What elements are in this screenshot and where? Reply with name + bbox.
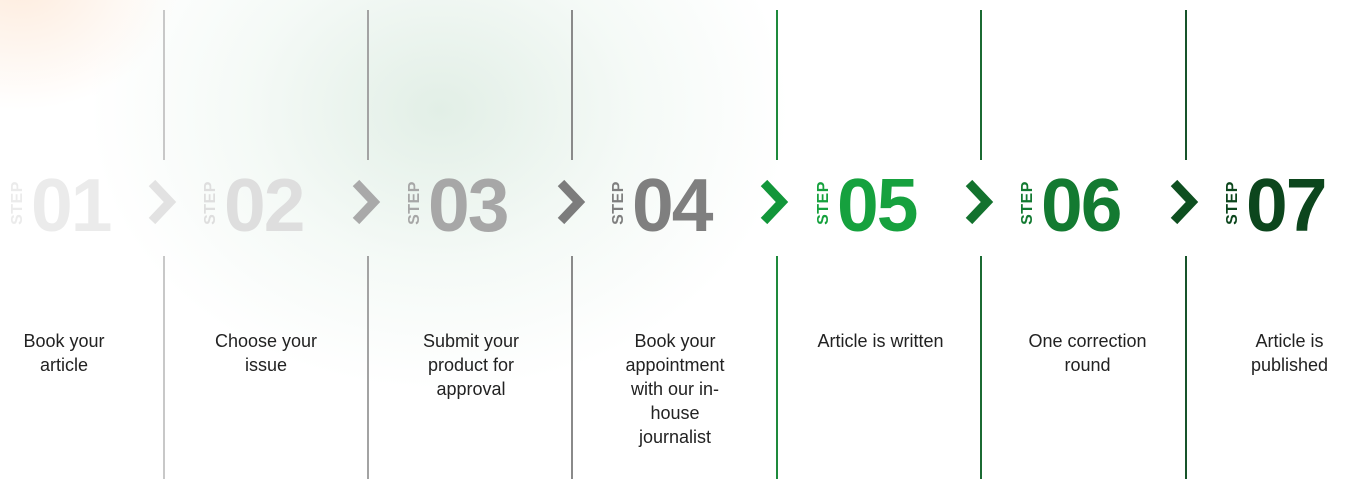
step-number: 03 <box>428 163 509 247</box>
step-label: STEP <box>9 181 26 225</box>
step-label: STEP <box>406 181 423 225</box>
step-number: 07 <box>1246 163 1327 247</box>
step-number: 06 <box>1041 163 1122 247</box>
chevron-right-icon <box>557 179 586 225</box>
step-caption: One correction round <box>1028 331 1147 375</box>
step-caption: Choose your issue <box>214 331 318 375</box>
background-glow-orange <box>0 0 180 110</box>
chevron-right-icon <box>965 179 994 225</box>
divider-2 <box>367 0 369 479</box>
step-number: 04 <box>632 163 713 247</box>
step-number: 05 <box>837 163 918 247</box>
step-label: STEP <box>1224 181 1241 225</box>
step-caption: Book your appointment with our in-house … <box>625 331 725 447</box>
divider-3 <box>571 0 573 479</box>
chevron-right-icon <box>1170 179 1199 225</box>
step-number: 01 <box>31 163 112 247</box>
step-caption: Article is written <box>817 331 944 351</box>
step-label: STEP <box>1019 181 1036 225</box>
step-label: STEP <box>815 181 832 225</box>
step-caption: Submit your product for approval <box>422 331 520 399</box>
chevron-right-icon <box>760 179 789 225</box>
divider-4 <box>776 0 778 479</box>
step-number: 02 <box>224 163 305 247</box>
chevron-right-icon <box>352 179 381 225</box>
divider-1 <box>163 0 165 479</box>
step-label: STEP <box>610 181 627 225</box>
step-label: STEP <box>202 181 219 225</box>
step-caption: Book your article <box>23 331 105 375</box>
chevron-right-icon <box>148 179 177 225</box>
divider-5 <box>980 0 982 479</box>
step-caption: Article is published <box>1250 331 1329 375</box>
steps-diagram: STEP 01 Book your article STEP 02 Choose… <box>0 0 1364 479</box>
divider-6 <box>1185 0 1187 479</box>
